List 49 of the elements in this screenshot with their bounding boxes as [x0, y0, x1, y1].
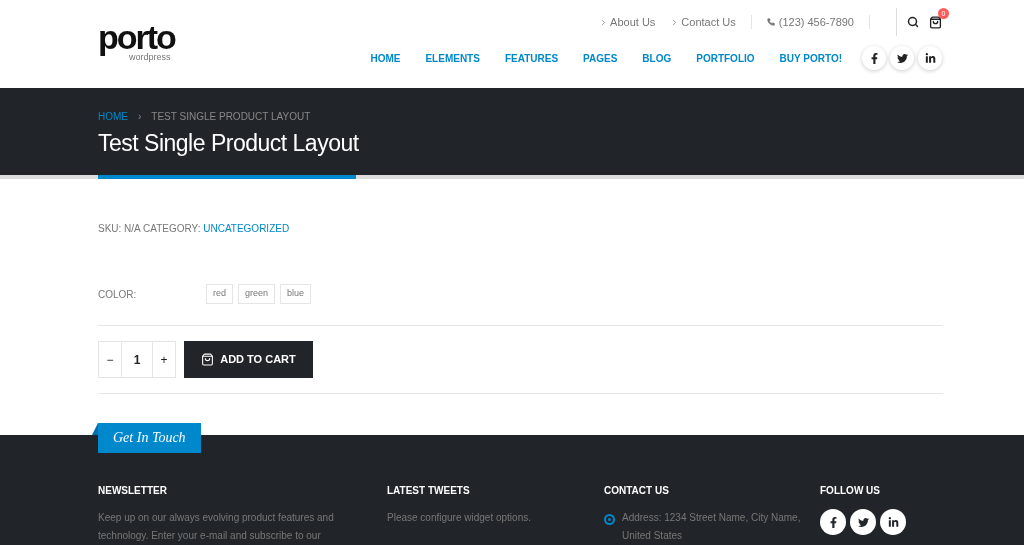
location-icon: [604, 514, 615, 525]
footer-text: Please configure widget options.: [387, 511, 532, 525]
breadcrumb-separator: ›: [138, 111, 142, 123]
option-chip[interactable]: red: [206, 284, 233, 304]
facebook-link[interactable]: [862, 46, 886, 70]
linkedin-icon: [887, 516, 899, 528]
ribbon-fold: [92, 423, 98, 435]
option-chip[interactable]: blue: [280, 284, 312, 304]
cart-icon[interactable]: [929, 15, 942, 29]
footer-text: Keep up on our always evolving product features and technology. Enter your e-mail and subscribe to our: [98, 511, 335, 543]
phone-number: (123) 456-7890: [778, 14, 854, 30]
quantity-stepper[interactable]: − 1 +: [98, 341, 176, 378]
nav-link[interactable]: PORTFOLIO: [696, 50, 755, 66]
footer-heading: LATEST TWEETS: [387, 484, 471, 498]
nav-link[interactable]: HOME: [370, 50, 401, 66]
twitter-icon: [857, 516, 869, 528]
linkedin-link[interactable]: [880, 509, 906, 535]
breadcrumb-link[interactable]: HOME: [98, 111, 128, 123]
footer-heading: FOLLOW US: [820, 484, 881, 498]
nav-link[interactable]: ELEMENTS: [425, 50, 480, 66]
decrease-button[interactable]: −: [99, 342, 121, 377]
linkedin-icon: [924, 52, 936, 64]
search-icon[interactable]: [907, 16, 919, 28]
linkedin-link[interactable]: [918, 46, 942, 70]
footer-address: Address: 1234 Street Name, City Name, United States: [622, 511, 802, 543]
twitter-link[interactable]: [890, 46, 914, 70]
quantity-field[interactable]: 1: [121, 342, 153, 377]
nav-link[interactable]: FEATURES: [504, 50, 559, 66]
option-chip[interactable]: green: [238, 284, 276, 304]
page-title: Test Single Product Layout: [98, 129, 360, 157]
option-label: COLOR:: [98, 287, 138, 302]
twitter-link[interactable]: [850, 509, 876, 535]
increase-button[interactable]: +: [153, 342, 175, 377]
footer-heading: CONTACT US: [604, 484, 670, 498]
footer-ribbon: Get In Touch: [98, 423, 201, 453]
top-link[interactable]: About Us: [599, 13, 656, 31]
breadcrumb-current: TEST SINGLE PRODUCT LAYOUT: [151, 111, 311, 123]
add-to-cart-button[interactable]: ADD TO CART: [184, 341, 313, 378]
nav-link[interactable]: PAGES: [583, 50, 618, 66]
product-meta: SKU: N/A CATEGORY: UNCATEGORIZED: [98, 222, 291, 236]
nav-link[interactable]: BUY PORTO!: [779, 50, 842, 66]
phone-icon: [766, 18, 775, 26]
twitter-icon: [896, 52, 908, 64]
bag-icon: [201, 353, 215, 366]
footer-heading: NEWSLETTER: [98, 484, 168, 498]
category-link[interactable]: UNCATEGORIZED: [203, 223, 290, 234]
facebook-link[interactable]: [820, 509, 846, 535]
nav-link[interactable]: BLOG: [642, 50, 672, 66]
top-link[interactable]: Contact Us: [670, 13, 736, 31]
